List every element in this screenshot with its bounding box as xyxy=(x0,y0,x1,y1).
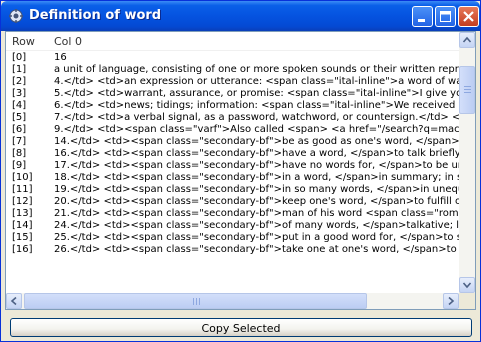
row-value: 25.</td> <td><span class="secondary-bf">… xyxy=(54,232,459,243)
table-row[interactable]: [5] 7.</td> <td>a verbal signal, as a pas… xyxy=(6,112,459,124)
row-index: [12] xyxy=(12,196,33,207)
scroll-left-button[interactable] xyxy=(6,293,22,309)
vertical-scroll-thumb[interactable] xyxy=(459,66,475,114)
table-row[interactable]: [10] 18.</td> <td><span class="secondary-… xyxy=(6,172,459,184)
horizontal-scrollbar[interactable] xyxy=(6,293,459,309)
row-index: [2] xyxy=(12,76,27,87)
row-index: [13] xyxy=(12,208,33,219)
arrow-up-icon xyxy=(462,36,472,43)
scroll-up-button[interactable] xyxy=(459,32,475,48)
row-index: [16] xyxy=(12,244,33,255)
row-value: 16.</td> <td><span class="secondary-bf">… xyxy=(54,148,459,159)
row-index: [9] xyxy=(12,160,27,171)
table-row[interactable]: [9] 17.</td> <td><span class="secondary-b… xyxy=(6,160,459,172)
close-icon xyxy=(463,11,474,22)
row-value: 17.</td> <td><span class="secondary-bf">… xyxy=(54,160,459,171)
window-title: Definition of word xyxy=(29,8,162,23)
scrollbar-corner xyxy=(459,293,475,309)
table-header: Row Col 0 xyxy=(6,32,475,51)
table-row[interactable]: [16] 26.</td> <td><span class="secondary-… xyxy=(6,244,459,256)
table-row[interactable]: [1] a unit of language, consisting of one… xyxy=(6,64,459,76)
table-body: [0] 16 [1] a unit of language, consisting … xyxy=(6,52,459,292)
copy-selected-button[interactable]: Copy Selected xyxy=(10,318,472,337)
maximize-icon xyxy=(440,11,451,22)
row-value: 4.</td> <td>an expression or utterance: … xyxy=(54,76,459,87)
vertical-scrollbar[interactable] xyxy=(459,32,475,293)
row-index: [7] xyxy=(12,136,27,147)
thumb-grip xyxy=(193,298,194,305)
thumb-grip xyxy=(199,298,200,305)
row-index: [5] xyxy=(12,112,27,123)
close-button[interactable] xyxy=(458,6,479,27)
row-value: 6.</td> <td>news; tidings; information: … xyxy=(54,100,459,111)
minimize-icon xyxy=(418,19,425,22)
arrow-right-icon xyxy=(448,296,455,306)
column-header-col0[interactable]: Col 0 xyxy=(54,35,82,48)
table-row[interactable]: [6] 9.</td> <td><span class="varf">Also c… xyxy=(6,124,459,136)
data-table[interactable]: Row Col 0 [0] 16 [1] a unit of language, c… xyxy=(5,31,476,310)
minimize-button[interactable] xyxy=(412,6,433,27)
maximize-button[interactable] xyxy=(435,6,456,27)
table-row[interactable]: [13] 21.</td> <td><span class="secondary-… xyxy=(6,208,459,220)
window-content: Row Col 0 [0] 16 [1] a unit of language, c… xyxy=(5,31,476,339)
arrow-left-icon xyxy=(10,296,17,306)
row-value: a unit of language, consisting of one or… xyxy=(54,64,459,75)
app-gear-icon[interactable] xyxy=(8,8,24,24)
scroll-down-button[interactable] xyxy=(459,277,475,293)
row-index: [4] xyxy=(12,100,27,111)
row-index: [6] xyxy=(12,124,27,135)
row-index: [14] xyxy=(12,220,33,231)
table-row[interactable]: [3] 5.</td> <td>warrant, assurance, or pr… xyxy=(6,88,459,100)
table-row[interactable]: [8] 16.</td> <td><span class="secondary-b… xyxy=(6,148,459,160)
table-row[interactable]: [4] 6.</td> <td>news; tidings; informatio… xyxy=(6,100,459,112)
row-value: 20.</td> <td><span class="secondary-bf">… xyxy=(54,196,459,207)
row-value: 19.</td> <td><span class="secondary-bf">… xyxy=(54,184,459,195)
row-index: [1] xyxy=(12,64,27,75)
table-row[interactable]: [0] 16 xyxy=(6,52,459,64)
row-value: 14.</td> <td><span class="secondary-bf">… xyxy=(54,136,459,147)
horizontal-scroll-thumb[interactable] xyxy=(24,293,367,309)
definition-window: Definition of word Row Col 0 [0] 16 [1] … xyxy=(0,0,481,342)
row-index: [10] xyxy=(12,172,33,183)
table-row[interactable]: [15] 25.</td> <td><span class="secondary-… xyxy=(6,232,459,244)
table-row[interactable]: [14] 24.</td> <td><span class="secondary-… xyxy=(6,220,459,232)
thumb-grip xyxy=(464,89,471,90)
row-index: [3] xyxy=(12,88,27,99)
row-value: 5.</td> <td>warrant, assurance, or promi… xyxy=(54,88,459,99)
row-value: 16 xyxy=(54,52,67,63)
scroll-right-button[interactable] xyxy=(443,293,459,309)
table-row[interactable]: [12] 20.</td> <td><span class="secondary-… xyxy=(6,196,459,208)
row-index: [11] xyxy=(12,184,33,195)
arrow-down-icon xyxy=(462,282,472,289)
row-value: 7.</td> <td>a verbal signal, as a passwo… xyxy=(54,112,459,123)
row-index: [0] xyxy=(12,52,27,63)
row-value: 26.</td> <td><span class="secondary-bf">… xyxy=(54,244,459,255)
title-bar[interactable]: Definition of word xyxy=(1,1,480,31)
row-value: 18.</td> <td><span class="secondary-bf">… xyxy=(54,172,459,183)
column-header-row[interactable]: Row xyxy=(12,35,35,48)
thumb-grip xyxy=(464,92,471,93)
row-value: 9.</td> <td><span class="varf">Also call… xyxy=(54,124,459,135)
thumb-grip xyxy=(196,298,197,305)
row-index: [15] xyxy=(12,232,33,243)
thumb-grip xyxy=(464,86,471,87)
table-row[interactable]: [7] 14.</td> <td><span class="secondary-b… xyxy=(6,136,459,148)
table-row[interactable]: [11] 19.</td> <td><span class="secondary-… xyxy=(6,184,459,196)
table-row[interactable]: [2] 4.</td> <td>an expression or utteranc… xyxy=(6,76,459,88)
row-value: 24.</td> <td><span class="secondary-bf">… xyxy=(54,220,459,231)
row-index: [8] xyxy=(12,148,27,159)
row-value: 21.</td> <td><span class="secondary-bf">… xyxy=(54,208,459,219)
